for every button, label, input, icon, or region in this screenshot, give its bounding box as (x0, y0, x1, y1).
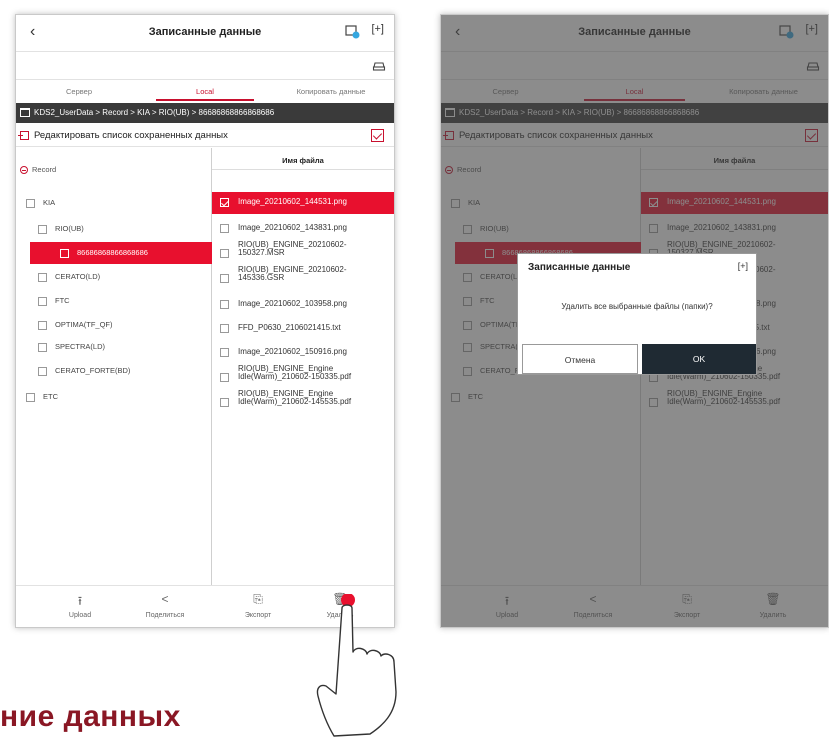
tree-node-label: SPECTRA(LD) (55, 342, 106, 351)
records-screen: ‹ Записанные данные [+] Сервер Local Коп… (16, 15, 394, 627)
tree-root[interactable]: Record (20, 165, 57, 175)
edit-list-label: Редактировать список сохраненных данных (34, 130, 228, 141)
file-row[interactable]: Image_20210602_103958.png (212, 294, 394, 316)
confirm-dialog: Записанные данные [+] Удалить все выбран… (517, 253, 757, 375)
tree-node-label: FTC (55, 296, 70, 305)
checkbox[interactable] (38, 272, 47, 282)
file-row[interactable]: Image_20210602_143831.png (212, 218, 394, 240)
screenshot-after: ‹ Записанные данные [+] Сервер Local Коп… (440, 14, 829, 628)
checkbox[interactable] (38, 320, 47, 330)
tree-node-label: 86686868866868686 (77, 248, 148, 257)
checkbox[interactable] (38, 342, 47, 352)
checkbox[interactable] (38, 224, 47, 234)
tree-root-label: Record (32, 165, 57, 174)
tree-node-optima[interactable]: OPTIMA(TF_QF) (16, 314, 212, 336)
file-name: Image_20210602_150916.png (238, 347, 347, 356)
tree-node-label: RIO(UB) (55, 224, 84, 233)
file-name: Image_20210602_103958.png (238, 299, 347, 308)
tree-node-rio[interactable]: RIO(UB) (16, 218, 212, 240)
screenshot-icon[interactable]: [+] (371, 23, 384, 35)
breadcrumb-path: KDS2_UserData > Record > KIA > RIO(UB) >… (34, 108, 275, 117)
file-row[interactable]: FFD_P0630_2106021415.txt (212, 318, 394, 340)
breadcrumb: KDS2_UserData > Record > KIA > RIO(UB) >… (16, 103, 394, 123)
share-icon: < (161, 592, 169, 606)
tab-copy-data[interactable]: Копировать данные (268, 80, 394, 101)
screen-title: Записанные данные (148, 26, 262, 38)
checkbox[interactable] (38, 296, 47, 306)
checkbox[interactable] (26, 392, 35, 402)
file-checkbox[interactable] (220, 300, 229, 309)
edit-list-icon (18, 131, 29, 140)
file-row[interactable]: RIO(UB)_ENGINE_Engine Idle(Warm)_210602-… (212, 365, 394, 391)
select-all-checkbox[interactable] (371, 129, 384, 142)
toolbar-row (16, 51, 394, 79)
page-caption: ние данных (0, 700, 181, 733)
tree-node-label: CERATO_FORTE(BD) (55, 366, 131, 375)
gallery-icon[interactable] (344, 23, 360, 39)
upload-button[interactable]: ⭱ Upload (48, 592, 112, 619)
tab-bar: Сервер Local Копировать данные (16, 79, 394, 101)
file-name: RIO(UB)_ENGINE_20210602-150327.MSR (238, 241, 347, 258)
file-name: FFD_P0630_2106021415.txt (238, 323, 341, 332)
collapse-icon (20, 166, 28, 175)
export-label: Экспорт (244, 612, 272, 619)
file-name: Image_20210602_143831.png (238, 223, 347, 232)
tree-node-cerato[interactable]: CERATO(LD) (16, 266, 212, 288)
checkbox[interactable] (38, 366, 47, 376)
cancel-button[interactable]: Отмена (522, 344, 638, 374)
screenshot-icon[interactable]: [+] (738, 261, 748, 271)
file-checkbox[interactable] (220, 373, 229, 382)
file-row[interactable]: Image_20210602_150916.png (212, 342, 394, 364)
tree-node-spectra[interactable]: SPECTRA(LD) (16, 336, 212, 358)
file-row[interactable]: RIO(UB)_ENGINE_20210602-145336.GSR (212, 266, 394, 292)
upload-label: Upload (68, 612, 92, 619)
file-checkbox[interactable] (220, 274, 229, 283)
upload-icon: ⭱ (77, 594, 83, 608)
file-checkbox[interactable] (220, 348, 229, 357)
folder-tree: Record KIA RIO(UB) 86686868866868686 CER… (16, 148, 212, 585)
file-row[interactable]: RIO(UB)_ENGINE_Engine Idle(Warm)_210602-… (212, 390, 394, 416)
file-row[interactable]: RIO(UB)_ENGINE_20210602-150327.MSR (212, 241, 394, 267)
ok-button[interactable]: OK (642, 344, 756, 374)
tap-hand-icon (316, 594, 397, 737)
screenshot-before: ‹ Записанные данные [+] Сервер Local Коп… (15, 14, 395, 628)
file-name: Image_20210602_144531.png (238, 197, 347, 206)
file-checkbox[interactable] (220, 249, 229, 258)
file-name: RIO(UB)_ENGINE_Engine Idle(Warm)_210602-… (238, 365, 352, 382)
share-label: Поделиться (145, 612, 185, 619)
checkbox[interactable] (26, 198, 35, 208)
file-checkbox[interactable] (220, 324, 229, 333)
file-checkbox[interactable] (220, 198, 229, 207)
share-button[interactable]: < Поделиться (133, 592, 197, 619)
dialog-message: Удалить все выбранные файлы (папки)? (561, 302, 713, 311)
file-name: RIO(UB)_ENGINE_Engine Idle(Warm)_210602-… (238, 390, 352, 407)
file-row[interactable]: Image_20210602_144531.png (212, 192, 394, 214)
folder-icon (20, 108, 30, 117)
tree-node-label: ETC (43, 392, 58, 401)
file-list: Имя файла Image_20210602_144531.png Imag… (212, 148, 394, 585)
file-name: RIO(UB)_ENGINE_20210602-145336.GSR (238, 266, 347, 283)
export-button[interactable]: ⎘ Экспорт (226, 592, 290, 619)
tree-node-cerato-forte[interactable]: CERATO_FORTE(BD) (16, 360, 212, 382)
tree-node-label: CERATO(LD) (55, 272, 101, 281)
file-list-header: Имя файла (212, 148, 394, 170)
tree-node-ftc[interactable]: FTC (16, 290, 212, 312)
file-checkbox[interactable] (220, 398, 229, 407)
tree-node-label: KIA (43, 198, 56, 207)
dialog-title: Записанные данные (528, 262, 631, 273)
tree-node-vin[interactable]: 86686868866868686 (30, 242, 212, 264)
tab-server[interactable]: Сервер (16, 80, 142, 101)
app-header: ‹ Записанные данные [+] (16, 15, 394, 51)
file-checkbox[interactable] (220, 224, 229, 233)
edit-list-row[interactable]: Редактировать список сохраненных данных (16, 125, 394, 147)
tree-node-etc[interactable]: ETC (16, 386, 212, 408)
car-icon[interactable] (372, 58, 386, 72)
tab-local[interactable]: Local (142, 80, 268, 101)
checkbox[interactable] (60, 248, 69, 258)
tree-node-label: OPTIMA(TF_QF) (55, 320, 113, 329)
export-icon: ⎘ (253, 592, 263, 606)
tree-node-kia[interactable]: KIA (16, 192, 212, 214)
